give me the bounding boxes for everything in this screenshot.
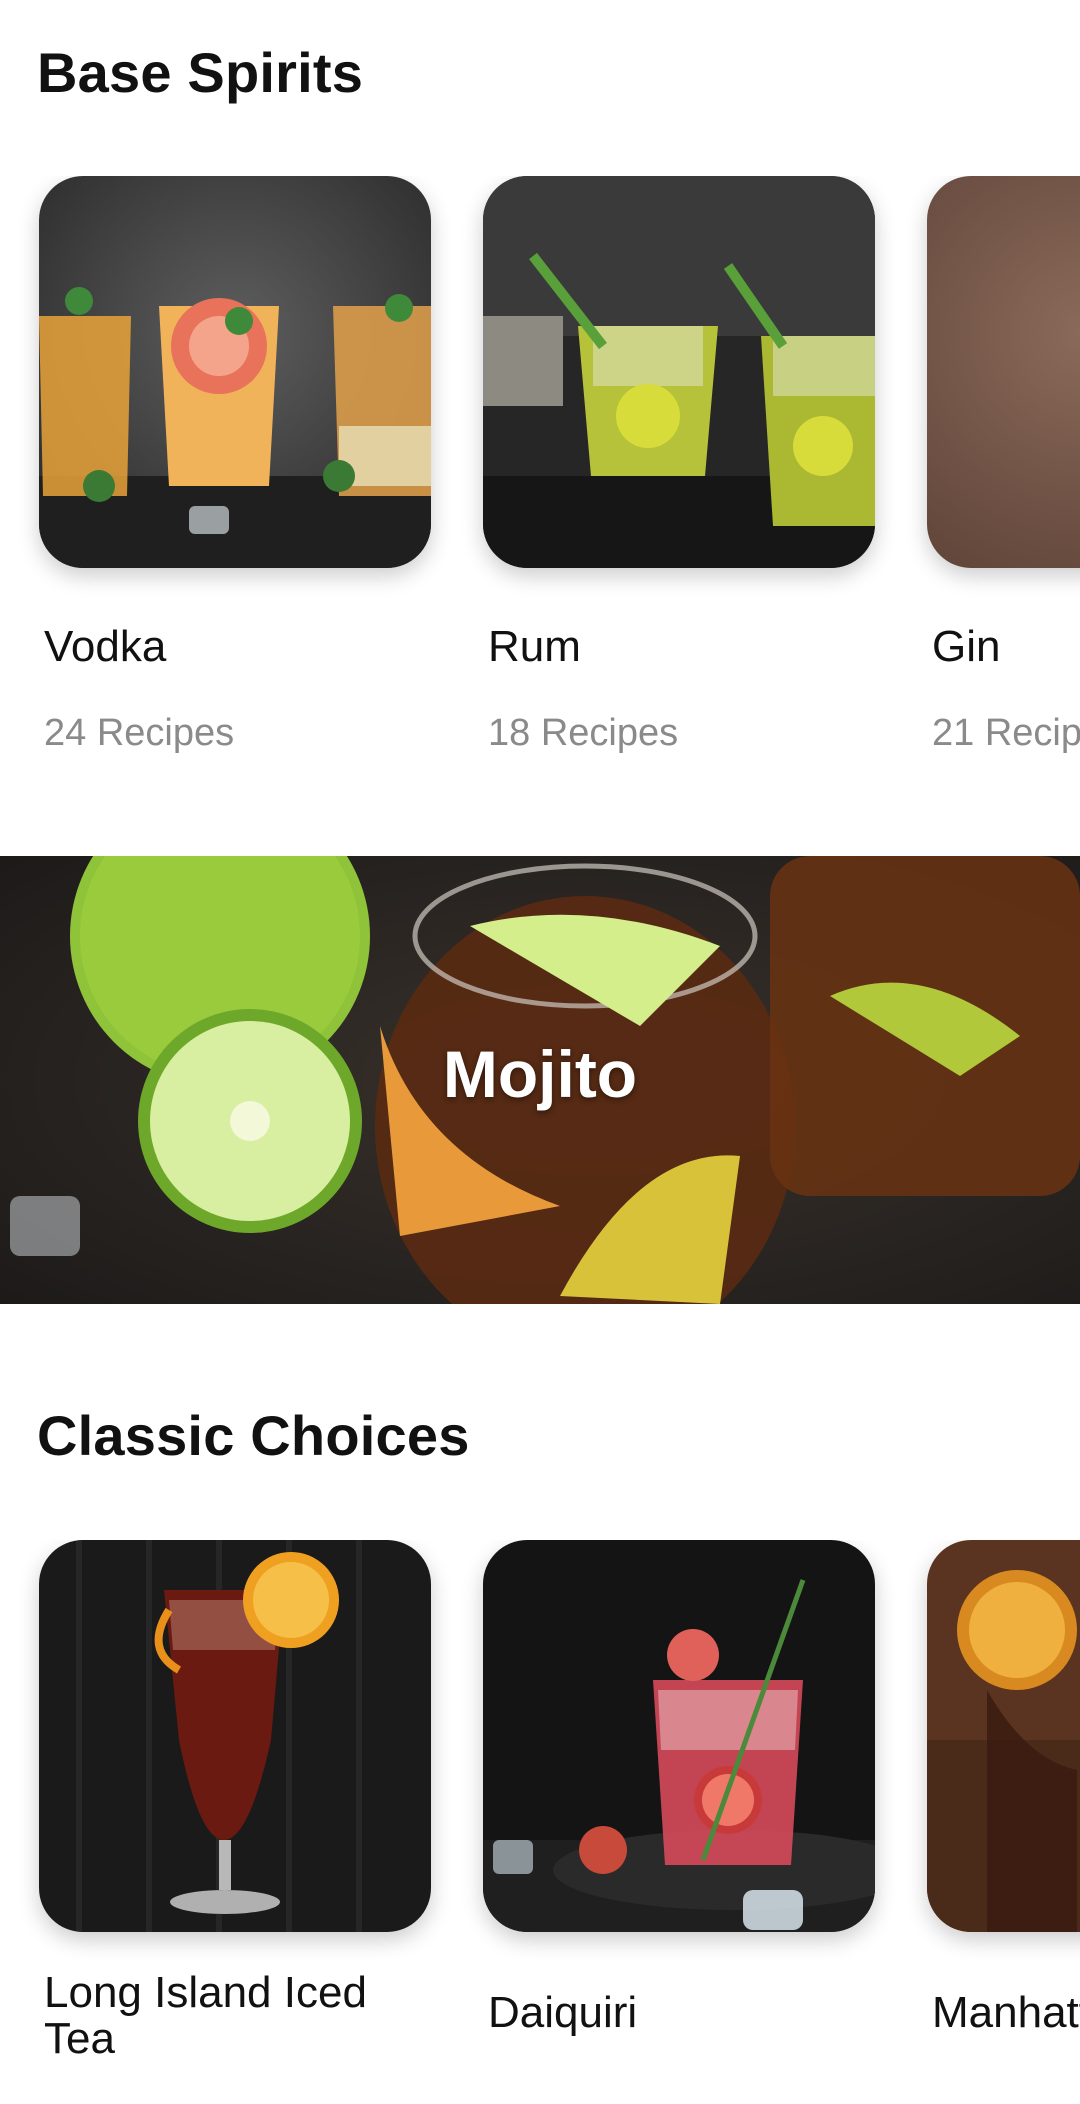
manhattan-image (927, 1540, 1080, 1932)
card-recipe-count: 21 Recipes (932, 712, 1080, 754)
card-recipe-count: 24 Recipes (44, 712, 235, 754)
spirit-card-gin[interactable]: Gin 21 Recipes (927, 176, 1080, 754)
card-title: Rum (488, 622, 581, 671)
cocktail-card-manhattan[interactable]: Manhattan (927, 1540, 1080, 2036)
long-island-iced-tea-image (39, 1540, 431, 1932)
featured-banner-mojito[interactable]: Mojito (0, 856, 1080, 1304)
gin-image (927, 176, 1080, 568)
cocktail-card-long-island-iced-tea[interactable]: Long Island Iced Tea (39, 1540, 431, 2062)
card-title: Daiquiri (488, 1988, 638, 2037)
card-title: Manhattan (932, 1988, 1080, 2037)
classic-choices-carousel[interactable]: Long Island Iced Tea Daiquiri Manhat (0, 1540, 1080, 2104)
section-title-classic-choices: Classic Choices (37, 1404, 470, 1467)
base-spirits-carousel[interactable]: Vodka 24 Recipes Rum 18 Recipes Gin 21 R… (0, 176, 1080, 776)
daiquiri-image (483, 1540, 875, 1932)
section-title-base-spirits: Base Spirits (37, 41, 364, 104)
spirit-card-rum[interactable]: Rum 18 Recipes (483, 176, 875, 754)
card-recipe-count: 18 Recipes (488, 712, 679, 754)
spirit-card-vodka[interactable]: Vodka 24 Recipes (39, 176, 431, 754)
card-title: Gin (932, 622, 1001, 671)
card-title: Vodka (44, 622, 167, 671)
cocktail-card-daiquiri[interactable]: Daiquiri (483, 1540, 875, 2036)
card-title: Long Island Iced Tea (44, 1968, 367, 2064)
rum-image (483, 176, 875, 568)
banner-title: Mojito (442, 1037, 638, 1111)
vodka-image (39, 176, 431, 568)
